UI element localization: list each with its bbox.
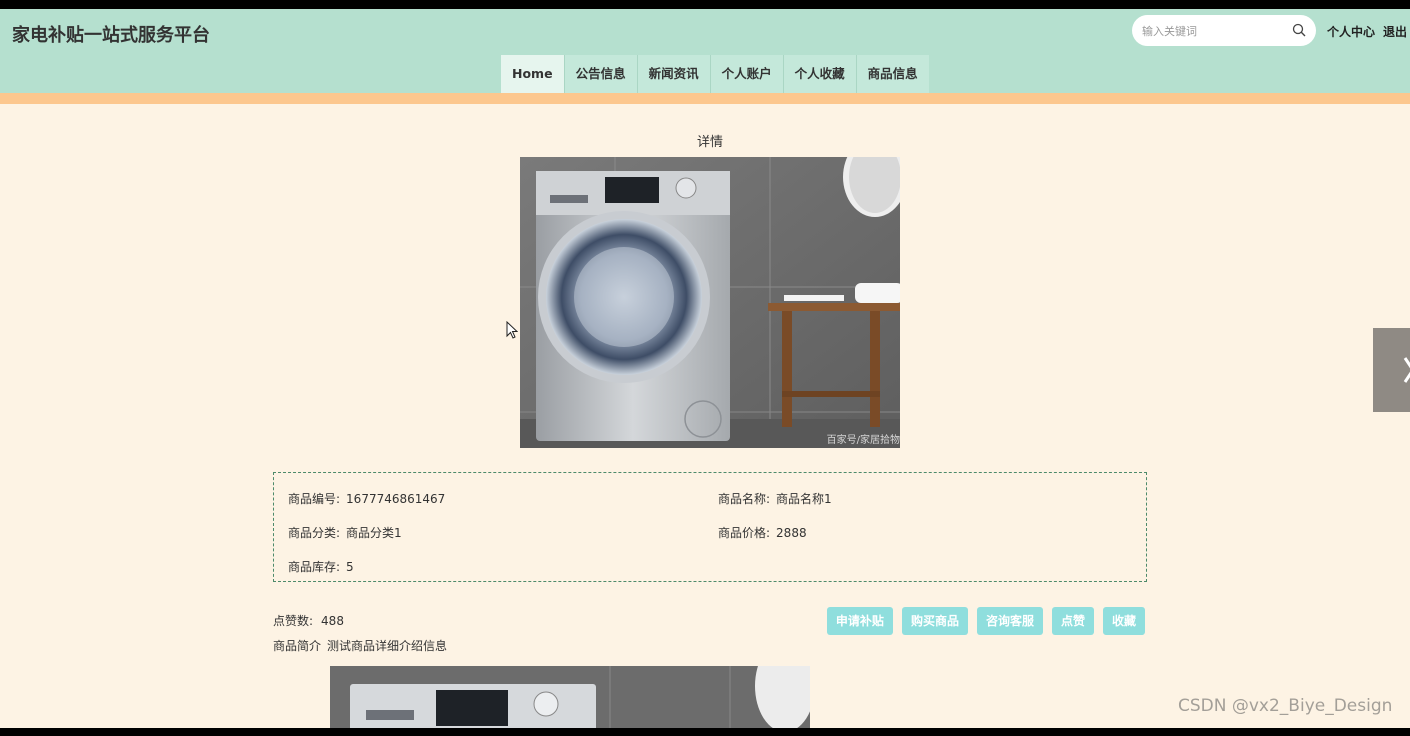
nav-favorites[interactable]: 个人收藏	[783, 55, 857, 93]
search-icon[interactable]	[1292, 23, 1306, 37]
main-nav: Home 公告信息 新闻资讯 个人账户 个人收藏 商品信息	[501, 55, 929, 93]
search-box[interactable]	[1132, 15, 1316, 46]
likes-count: 点赞数: 488	[273, 612, 344, 629]
nav-news[interactable]: 新闻资讯	[637, 55, 711, 93]
product-price-value: 2888	[776, 526, 807, 540]
product-stock-label: 商品库存:	[288, 560, 341, 574]
user-links: 个人中心 退出	[1327, 23, 1407, 40]
browser-viewport: 家电补贴一站式服务平台 个人中心退出 Home 公告信息 新闻资讯 个人账户 个…	[0, 9, 1410, 728]
site-header: 家电补贴一站式服务平台 个人中心退出 Home 公告信息 新闻资讯 个人账户 个…	[0, 9, 1410, 93]
buy-button[interactable]: 购买商品	[901, 607, 968, 635]
product-id-label: 商品编号:	[288, 492, 341, 506]
nav-products[interactable]: 商品信息	[856, 55, 929, 93]
intro-value: 测试商品详细介绍信息	[327, 639, 448, 653]
product-category-row: 商品分类: 商品分类1	[288, 524, 402, 541]
product-name-value: 商品名称1	[776, 492, 832, 506]
csdn-watermark: CSDN @vx2_Biye_Design	[1178, 696, 1393, 716]
product-category-label: 商品分类:	[288, 526, 341, 540]
product-info-box: 商品编号: 1677746861467 商品名称: 商品名称1 商品分类: 商品分类1…	[273, 472, 1147, 582]
product-image: 百家号/家居拾物	[520, 157, 900, 448]
product-price-row: 商品价格: 2888	[718, 524, 807, 541]
logout-link[interactable]: 退出	[1383, 25, 1407, 39]
product-name-row: 商品名称: 商品名称1	[718, 490, 832, 507]
product-intro: 商品简介 测试商品详细介绍信息	[273, 637, 447, 654]
product-price-label: 商品价格:	[718, 526, 771, 540]
search-input[interactable]	[1142, 21, 1282, 41]
product-category-value: 商品分类1	[346, 526, 402, 540]
product-name-label: 商品名称:	[718, 492, 771, 506]
like-button[interactable]: 点赞	[1051, 607, 1094, 635]
apply-subsidy-button[interactable]: 申请补贴	[826, 607, 893, 635]
likes-label: 点赞数:	[273, 614, 314, 628]
user-center-link[interactable]: 个人中心	[1327, 25, 1375, 39]
site-title: 家电补贴一站式服务平台	[12, 25, 210, 46]
intro-label: 商品简介	[273, 639, 322, 653]
action-buttons: 申请补贴 购买商品 咨询客服 点赞 收藏	[826, 607, 1145, 635]
chevron-right-icon	[1403, 357, 1410, 383]
likes-value: 488	[321, 614, 344, 628]
product-stock-row: 商品库存: 5	[288, 558, 354, 575]
description-image	[330, 666, 810, 728]
nav-account[interactable]: 个人账户	[710, 55, 784, 93]
header-stripe	[0, 93, 1410, 104]
nav-home[interactable]: Home	[501, 55, 565, 93]
product-id-value: 1677746861467	[346, 492, 446, 506]
product-stock-value: 5	[346, 560, 354, 574]
next-arrow-button[interactable]	[1373, 328, 1410, 412]
nav-announcements[interactable]: 公告信息	[564, 55, 638, 93]
product-id-row: 商品编号: 1677746861467	[288, 490, 445, 507]
contact-service-button[interactable]: 咨询客服	[976, 607, 1043, 635]
mouse-cursor-icon	[506, 321, 518, 339]
detail-heading: 详情	[696, 135, 723, 150]
favorite-button[interactable]: 收藏	[1102, 607, 1145, 635]
image-watermark: 百家号/家居拾物	[826, 435, 900, 446]
